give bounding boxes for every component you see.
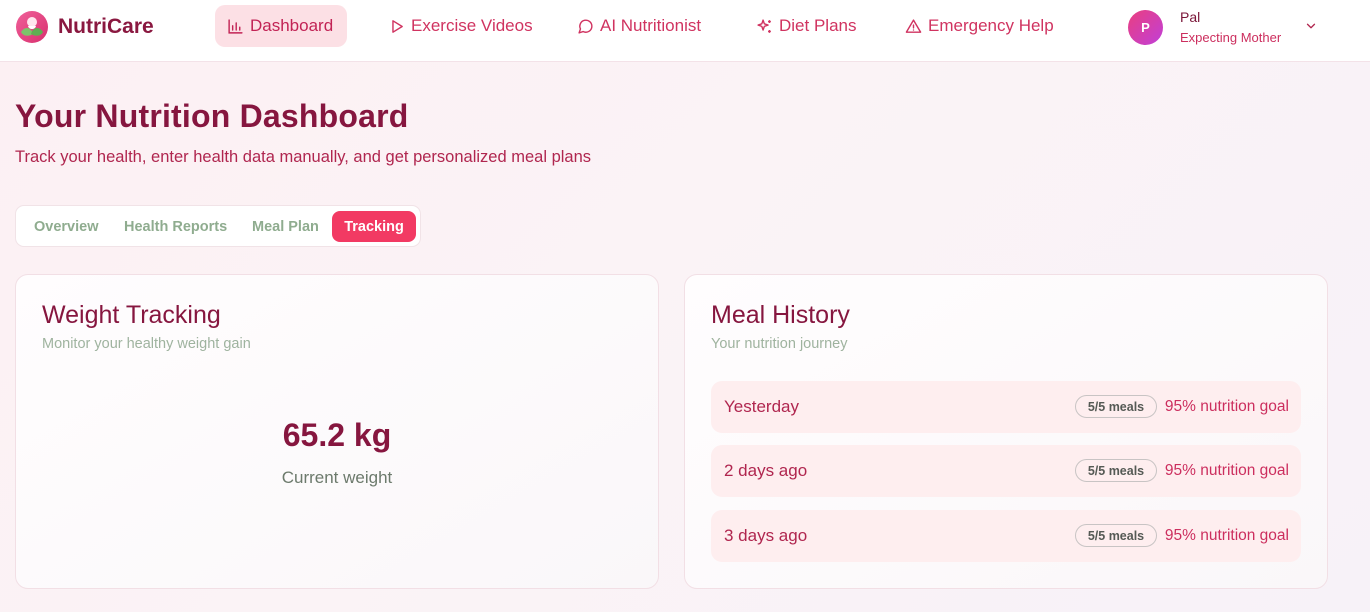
nutrition-goal: 95% nutrition goal: [1164, 462, 1289, 479]
nutricare-logo-icon: [16, 11, 48, 43]
nav-exercise-videos[interactable]: Exercise Videos: [376, 5, 545, 47]
nutrition-goal: 95% nutrition goal: [1164, 398, 1289, 415]
nutrition-goal: 95% nutrition goal: [1164, 527, 1289, 544]
bar-chart-icon: [228, 18, 243, 34]
card-title: Weight Tracking: [42, 301, 221, 329]
card-subtitle: Your nutrition journey: [711, 336, 848, 352]
nav-diet-plans-label: Diet Plans: [779, 16, 857, 35]
meal-day: Yesterday: [724, 397, 799, 416]
meals-count-badge: 5/5 meals: [1075, 459, 1157, 482]
meals-count-badge: 5/5 meals: [1075, 395, 1157, 418]
brand[interactable]: NutriCare: [15, 9, 154, 45]
meals-count-badge: 5/5 meals: [1075, 524, 1157, 547]
user-info: Pal Expecting Mother: [1180, 10, 1281, 44]
nav-emergency-help-label: Emergency Help: [928, 16, 1054, 35]
card-title: Meal History: [711, 301, 850, 329]
top-navigation-bar: NutriCare Dashboard Exercise Videos AI N…: [0, 0, 1370, 62]
brand-name: NutriCare: [58, 15, 154, 38]
nav-dashboard-label: Dashboard: [250, 16, 334, 35]
nav-emergency-help[interactable]: Emergency Help: [893, 5, 1066, 47]
meal-history-row[interactable]: 2 days ago 5/5 meals 95% nutrition goal: [711, 445, 1301, 497]
user-menu[interactable]: P Pal Expecting Mother: [1128, 9, 1316, 45]
nav-exercise-videos-label: Exercise Videos: [411, 16, 533, 35]
play-icon: [392, 19, 403, 33]
tab-meal-plan[interactable]: Meal Plan: [239, 211, 332, 242]
tab-overview[interactable]: Overview: [21, 211, 112, 242]
meal-history-card: Meal History Your nutrition journey Yest…: [684, 274, 1328, 589]
meal-history-row[interactable]: 3 days ago 5/5 meals 95% nutrition goal: [711, 510, 1301, 562]
page-title: Your Nutrition Dashboard: [15, 98, 409, 134]
weight-tracking-card: Weight Tracking Monitor your healthy wei…: [15, 274, 659, 589]
nav-dashboard[interactable]: Dashboard: [215, 5, 347, 47]
meal-day: 3 days ago: [724, 526, 808, 545]
meal-day: 2 days ago: [724, 461, 808, 480]
card-subtitle: Monitor your healthy weight gain: [42, 336, 251, 352]
nav-diet-plans[interactable]: Diet Plans: [744, 5, 868, 47]
nav-ai-nutritionist[interactable]: AI Nutritionist: [565, 5, 713, 47]
user-role: Expecting Mother: [1180, 30, 1282, 45]
current-weight-value: 65.2 kg: [282, 417, 392, 453]
warning-triangle-icon: [905, 18, 922, 33]
tab-health-reports[interactable]: Health Reports: [111, 211, 240, 242]
sparkles-icon: [757, 18, 771, 33]
chevron-down-icon[interactable]: [1304, 19, 1318, 33]
current-weight-label: Current weight: [281, 468, 393, 487]
user-name: Pal: [1180, 9, 1201, 25]
chat-bubble-icon: [578, 19, 593, 34]
tab-tracking[interactable]: Tracking: [332, 211, 416, 242]
avatar: P: [1128, 9, 1163, 45]
meal-history-row[interactable]: Yesterday 5/5 meals 95% nutrition goal: [711, 381, 1301, 433]
page-subtitle: Track your health, enter health data man…: [15, 148, 592, 166]
nav-ai-nutritionist-label: AI Nutritionist: [600, 16, 702, 35]
dashboard-tabs: Overview Health Reports Meal Plan Tracki…: [15, 205, 421, 247]
